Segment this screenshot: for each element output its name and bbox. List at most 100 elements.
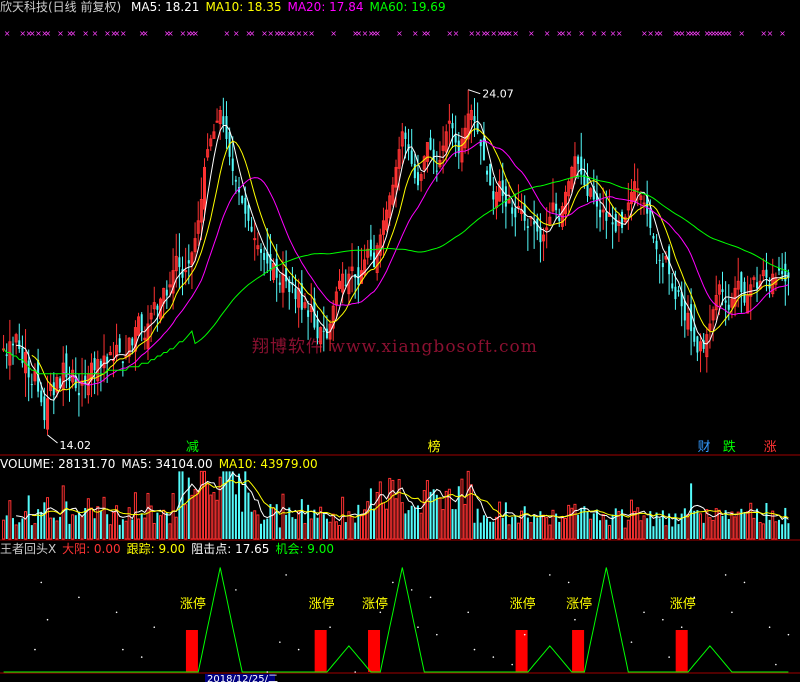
candle-body bbox=[43, 396, 46, 421]
volume-bar bbox=[65, 501, 68, 539]
volume-bar bbox=[215, 499, 219, 540]
candle-body bbox=[482, 138, 485, 161]
signal-marker: × bbox=[412, 29, 419, 38]
volume-bar bbox=[626, 519, 630, 540]
volume-bar bbox=[337, 525, 341, 540]
stock-chart-svg[interactable]: 24.0714.02× × ×× × ×× × ×× × × × ×× × ×× ×× × ××× × × ×× × ×… bbox=[0, 0, 800, 682]
volume-bar bbox=[781, 524, 784, 539]
signal-marker: × bbox=[233, 29, 240, 38]
trace-dot bbox=[285, 574, 287, 576]
volume-panel bbox=[2, 470, 790, 540]
candle-body bbox=[658, 259, 661, 261]
signal-label: 涨停 bbox=[180, 596, 206, 612]
volume-bar bbox=[24, 511, 28, 540]
volume-bar bbox=[545, 517, 549, 540]
signal-marker: × bbox=[308, 29, 315, 38]
volume-bar bbox=[378, 481, 382, 540]
volume-bar bbox=[30, 525, 33, 539]
volume-bar bbox=[316, 517, 319, 539]
volume-bar bbox=[297, 510, 301, 540]
candle-body bbox=[652, 235, 655, 239]
volume-bar bbox=[536, 517, 539, 539]
candle-body bbox=[241, 195, 244, 204]
volume-bar bbox=[721, 515, 724, 539]
volume-bar bbox=[526, 517, 529, 539]
trace-dot bbox=[511, 663, 513, 666]
candle-body bbox=[263, 253, 266, 260]
candle-body bbox=[178, 257, 181, 268]
signal-marker: × bbox=[566, 29, 573, 38]
volume-bar bbox=[577, 514, 580, 539]
volume-bar bbox=[492, 521, 495, 539]
volume-bar bbox=[435, 494, 438, 539]
volume-bar bbox=[263, 519, 266, 539]
signal-marker: × bbox=[591, 29, 598, 38]
volume-bar bbox=[501, 518, 504, 539]
volume-bar bbox=[551, 509, 555, 540]
candle-body bbox=[514, 208, 517, 218]
signal-marker: × bbox=[249, 29, 256, 38]
signal-marker: × bbox=[330, 29, 337, 38]
volume-bar bbox=[121, 519, 124, 539]
candle-body bbox=[316, 319, 319, 339]
volume-bar bbox=[193, 488, 197, 540]
trace-dot bbox=[115, 611, 118, 614]
trace-dot bbox=[417, 626, 419, 628]
volume-bar bbox=[407, 510, 410, 539]
volume-bar bbox=[222, 471, 225, 539]
candle-body bbox=[787, 272, 790, 278]
volume-bar bbox=[555, 513, 558, 539]
volume-bar bbox=[253, 510, 257, 540]
volume-bar bbox=[473, 522, 476, 539]
volume-bar bbox=[359, 515, 363, 540]
event-label: 减 bbox=[186, 440, 199, 455]
trace-dot bbox=[122, 648, 124, 651]
volume-bar bbox=[137, 518, 141, 540]
candle-body bbox=[244, 197, 247, 214]
volume-bar bbox=[736, 511, 740, 540]
volume-bar bbox=[680, 513, 683, 539]
volume-bar bbox=[27, 495, 30, 539]
volume-bar bbox=[11, 518, 14, 539]
volume-bar bbox=[494, 516, 498, 540]
trace-dot bbox=[523, 633, 526, 636]
volume-bar bbox=[454, 509, 457, 539]
trace-dot bbox=[643, 611, 645, 614]
signal-marker: × bbox=[738, 29, 745, 38]
signal-marker: × bbox=[578, 29, 585, 38]
candle-body bbox=[165, 289, 168, 296]
candle-body bbox=[765, 269, 768, 278]
volume-bar bbox=[196, 490, 200, 540]
volume-bar bbox=[184, 504, 188, 540]
volume-bar bbox=[514, 515, 517, 539]
volume-bar bbox=[422, 490, 426, 540]
volume-bar bbox=[165, 512, 168, 539]
volume-bar bbox=[711, 519, 715, 540]
volume-bar bbox=[438, 497, 442, 540]
signal-marker: × bbox=[45, 29, 52, 38]
low-pointer bbox=[47, 434, 58, 444]
volume-bar bbox=[152, 522, 156, 540]
candle-body bbox=[357, 267, 360, 285]
volume-bar bbox=[206, 483, 210, 540]
candle-body bbox=[486, 170, 489, 175]
volume-bar bbox=[693, 510, 696, 539]
signal-label: 涨停 bbox=[510, 596, 536, 612]
volume-bar bbox=[778, 519, 781, 539]
opportunity-line bbox=[3, 567, 789, 673]
volume-bar bbox=[533, 514, 536, 539]
volume-bar bbox=[749, 502, 753, 540]
signal-marker: × bbox=[424, 29, 431, 38]
volume-bar bbox=[68, 523, 71, 539]
volume-bar bbox=[14, 524, 18, 540]
candle-body bbox=[516, 206, 520, 209]
volume-bar bbox=[636, 507, 640, 540]
signal-marker: × bbox=[70, 29, 77, 38]
event-label: 涨 bbox=[764, 440, 777, 455]
signal-label: 涨停 bbox=[309, 596, 335, 612]
volume-bar bbox=[746, 511, 750, 540]
volume-bar bbox=[652, 526, 655, 539]
candle-body bbox=[322, 330, 325, 332]
volume-bar bbox=[99, 510, 102, 539]
volume-bar bbox=[127, 507, 131, 540]
